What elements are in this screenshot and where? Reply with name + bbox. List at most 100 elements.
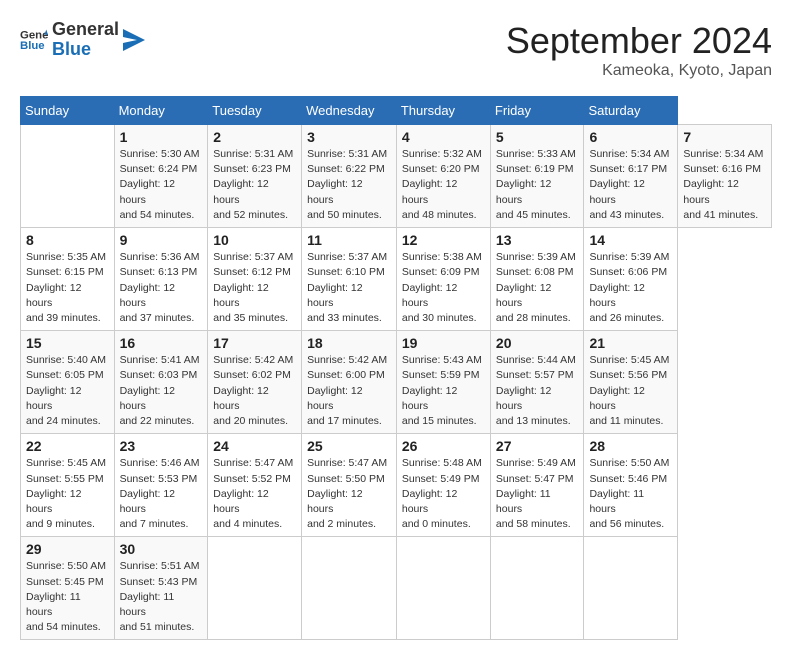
day-number: 24	[213, 438, 296, 454]
day-number: 26	[402, 438, 485, 454]
day-info: Sunrise: 5:43 AMSunset: 5:59 PMDaylight:…	[402, 353, 485, 429]
weekday-header-row: SundayMondayTuesdayWednesdayThursdayFrid…	[21, 97, 772, 125]
calendar-day-cell	[584, 537, 678, 640]
calendar-day-cell: 26 Sunrise: 5:48 AMSunset: 5:49 PMDayligh…	[396, 434, 490, 537]
weekday-header: Sunday	[21, 97, 115, 125]
weekday-header: Thursday	[396, 97, 490, 125]
calendar-day-cell: 1 Sunrise: 5:30 AMSunset: 6:24 PMDaylight…	[114, 125, 208, 228]
day-info: Sunrise: 5:37 AMSunset: 6:12 PMDaylight:…	[213, 250, 296, 326]
day-number: 5	[496, 129, 579, 145]
calendar-day-cell: 10 Sunrise: 5:37 AMSunset: 6:12 PMDayligh…	[208, 228, 302, 331]
calendar-day-cell: 17 Sunrise: 5:42 AMSunset: 6:02 PMDayligh…	[208, 331, 302, 434]
day-number: 13	[496, 232, 579, 248]
calendar-day-cell: 14 Sunrise: 5:39 AMSunset: 6:06 PMDayligh…	[584, 228, 678, 331]
day-number: 23	[120, 438, 203, 454]
day-info: Sunrise: 5:41 AMSunset: 6:03 PMDaylight:…	[120, 353, 203, 429]
day-info: Sunrise: 5:33 AMSunset: 6:19 PMDaylight:…	[496, 147, 579, 223]
calendar-week-row: 15 Sunrise: 5:40 AMSunset: 6:05 PMDayligh…	[21, 331, 772, 434]
day-info: Sunrise: 5:30 AMSunset: 6:24 PMDaylight:…	[120, 147, 203, 223]
day-info: Sunrise: 5:47 AMSunset: 5:50 PMDaylight:…	[307, 456, 391, 532]
day-info: Sunrise: 5:48 AMSunset: 5:49 PMDaylight:…	[402, 456, 485, 532]
page-header: General Blue General Blue September 2024…	[20, 20, 772, 80]
calendar-day-cell	[396, 537, 490, 640]
location-subtitle: Kameoka, Kyoto, Japan	[506, 62, 772, 80]
calendar-day-cell: 20Sunrise: 5:44 AMSunset: 5:57 PMDayligh…	[490, 331, 584, 434]
day-info: Sunrise: 5:47 AMSunset: 5:52 PMDaylight:…	[213, 456, 296, 532]
day-number: 9	[120, 232, 203, 248]
day-number: 11	[307, 232, 391, 248]
day-number: 29	[26, 541, 109, 557]
day-number: 4	[402, 129, 485, 145]
day-info: Sunrise: 5:31 AMSunset: 6:22 PMDaylight:…	[307, 147, 391, 223]
calendar-day-cell: 29 Sunrise: 5:50 AMSunset: 5:45 PMDayligh…	[21, 537, 115, 640]
logo-icon: General Blue	[20, 26, 48, 54]
calendar-day-cell: 23Sunrise: 5:46 AMSunset: 5:53 PMDayligh…	[114, 434, 208, 537]
calendar-day-cell	[302, 537, 397, 640]
calendar-day-cell: 2Sunrise: 5:31 AMSunset: 6:23 PMDaylight…	[208, 125, 302, 228]
day-number: 1	[120, 129, 203, 145]
day-number: 15	[26, 335, 109, 351]
day-info: Sunrise: 5:45 AMSunset: 5:56 PMDaylight:…	[589, 353, 672, 429]
day-info: Sunrise: 5:38 AMSunset: 6:09 PMDaylight:…	[402, 250, 485, 326]
calendar-day-cell: 18 Sunrise: 5:42 AMSunset: 6:00 PMDayligh…	[302, 331, 397, 434]
calendar-week-row: 22 Sunrise: 5:45 AMSunset: 5:55 PMDayligh…	[21, 434, 772, 537]
calendar-day-cell: 4Sunrise: 5:32 AMSunset: 6:20 PMDaylight…	[396, 125, 490, 228]
calendar-day-cell: 21 Sunrise: 5:45 AMSunset: 5:56 PMDayligh…	[584, 331, 678, 434]
calendar-day-cell: 7 Sunrise: 5:34 AMSunset: 6:16 PMDaylight…	[678, 125, 772, 228]
day-number: 18	[307, 335, 391, 351]
day-number: 17	[213, 335, 296, 351]
day-number: 7	[683, 129, 766, 145]
calendar-day-cell: 28 Sunrise: 5:50 AMSunset: 5:46 PMDayligh…	[584, 434, 678, 537]
day-info: Sunrise: 5:50 AMSunset: 5:46 PMDaylight:…	[589, 456, 672, 532]
day-info: Sunrise: 5:50 AMSunset: 5:45 PMDaylight:…	[26, 559, 109, 635]
calendar-day-cell: 30Sunrise: 5:51 AMSunset: 5:43 PMDayligh…	[114, 537, 208, 640]
day-number: 10	[213, 232, 296, 248]
day-number: 21	[589, 335, 672, 351]
weekday-header: Wednesday	[302, 97, 397, 125]
calendar-day-cell: 19 Sunrise: 5:43 AMSunset: 5:59 PMDayligh…	[396, 331, 490, 434]
calendar-day-cell: 5 Sunrise: 5:33 AMSunset: 6:19 PMDaylight…	[490, 125, 584, 228]
calendar-day-cell: 8 Sunrise: 5:35 AMSunset: 6:15 PMDaylight…	[21, 228, 115, 331]
day-number: 27	[496, 438, 579, 454]
day-info: Sunrise: 5:34 AMSunset: 6:16 PMDaylight:…	[683, 147, 766, 223]
calendar-day-cell: 25 Sunrise: 5:47 AMSunset: 5:50 PMDayligh…	[302, 434, 397, 537]
logo: General Blue General Blue	[20, 20, 145, 60]
calendar-day-cell: 16 Sunrise: 5:41 AMSunset: 6:03 PMDayligh…	[114, 331, 208, 434]
day-info: Sunrise: 5:31 AMSunset: 6:23 PMDaylight:…	[213, 147, 296, 223]
day-info: Sunrise: 5:34 AMSunset: 6:17 PMDaylight:…	[589, 147, 672, 223]
calendar-day-cell: 27 Sunrise: 5:49 AMSunset: 5:47 PMDayligh…	[490, 434, 584, 537]
calendar-day-cell	[490, 537, 584, 640]
logo-blue: Blue	[52, 40, 119, 60]
day-number: 22	[26, 438, 109, 454]
calendar-day-cell: 12 Sunrise: 5:38 AMSunset: 6:09 PMDayligh…	[396, 228, 490, 331]
day-number: 14	[589, 232, 672, 248]
day-number: 19	[402, 335, 485, 351]
day-info: Sunrise: 5:42 AMSunset: 6:02 PMDaylight:…	[213, 353, 296, 429]
day-number: 8	[26, 232, 109, 248]
day-number: 16	[120, 335, 203, 351]
month-title: September 2024	[506, 20, 772, 62]
logo-general: General	[52, 20, 119, 40]
calendar-day-cell	[208, 537, 302, 640]
calendar-table: SundayMondayTuesdayWednesdayThursdayFrid…	[20, 96, 772, 640]
day-number: 25	[307, 438, 391, 454]
title-block: September 2024 Kameoka, Kyoto, Japan	[506, 20, 772, 80]
calendar-week-row: 29 Sunrise: 5:50 AMSunset: 5:45 PMDayligh…	[21, 537, 772, 640]
calendar-week-row: 1 Sunrise: 5:30 AMSunset: 6:24 PMDaylight…	[21, 125, 772, 228]
day-info: Sunrise: 5:39 AMSunset: 6:08 PMDaylight:…	[496, 250, 579, 326]
day-info: Sunrise: 5:40 AMSunset: 6:05 PMDaylight:…	[26, 353, 109, 429]
day-info: Sunrise: 5:45 AMSunset: 5:55 PMDaylight:…	[26, 456, 109, 532]
day-number: 3	[307, 129, 391, 145]
day-info: Sunrise: 5:35 AMSunset: 6:15 PMDaylight:…	[26, 250, 109, 326]
calendar-day-cell: 15 Sunrise: 5:40 AMSunset: 6:05 PMDayligh…	[21, 331, 115, 434]
day-info: Sunrise: 5:49 AMSunset: 5:47 PMDaylight:…	[496, 456, 579, 532]
calendar-day-cell: 13 Sunrise: 5:39 AMSunset: 6:08 PMDayligh…	[490, 228, 584, 331]
day-info: Sunrise: 5:36 AMSunset: 6:13 PMDaylight:…	[120, 250, 203, 326]
day-number: 28	[589, 438, 672, 454]
day-number: 12	[402, 232, 485, 248]
day-info: Sunrise: 5:39 AMSunset: 6:06 PMDaylight:…	[589, 250, 672, 326]
day-info: Sunrise: 5:42 AMSunset: 6:00 PMDaylight:…	[307, 353, 391, 429]
calendar-week-row: 8 Sunrise: 5:35 AMSunset: 6:15 PMDaylight…	[21, 228, 772, 331]
day-info: Sunrise: 5:44 AMSunset: 5:57 PMDaylight:…	[496, 353, 579, 429]
calendar-day-cell	[21, 125, 115, 228]
